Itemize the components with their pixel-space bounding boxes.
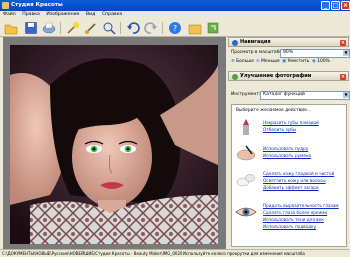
folder-icon[interactable] bbox=[188, 21, 202, 35]
action-link[interactable]: Отбелить зубы bbox=[263, 127, 296, 132]
cream-jar-icon bbox=[235, 170, 257, 188]
toolbar-separator bbox=[120, 22, 121, 34]
toolbar: ? bbox=[0, 19, 350, 37]
export-icon[interactable] bbox=[206, 21, 220, 35]
zoom-100-label: 100% bbox=[317, 59, 330, 64]
menu-bar: Файл Правка Изображение Вид Справка bbox=[0, 11, 350, 19]
action-link[interactable]: Придать выразительность глазам bbox=[263, 203, 339, 208]
action-link[interactable]: Сделать кожу гладкой и чистой bbox=[263, 171, 334, 176]
print-icon[interactable] bbox=[42, 21, 56, 35]
svg-text:?: ? bbox=[173, 24, 177, 33]
lipstick-icon bbox=[235, 118, 257, 136]
brush-icon[interactable] bbox=[84, 21, 98, 35]
action-link[interactable]: Использовать подводку bbox=[263, 224, 316, 229]
enhance-title: Улучшение фотографии bbox=[240, 73, 312, 79]
zoom-smaller-button[interactable]: ⊖ Меньше bbox=[256, 59, 280, 64]
action-link[interactable]: Использовать румяна bbox=[263, 153, 311, 158]
status-file-path: C:\ДОКУМЕНТЫ\НОВЫЕ\Русские\НОВЕЙШИЕ\Студ… bbox=[2, 251, 182, 256]
chevron-down-icon: ▼ bbox=[343, 92, 349, 98]
action-link[interactable]: Использовать тени для век bbox=[263, 217, 324, 222]
maximize-button[interactable]: □ bbox=[331, 1, 340, 10]
powder-icon bbox=[235, 144, 257, 162]
navigation-icon bbox=[232, 40, 238, 46]
window-title: Студия Красоты bbox=[11, 2, 63, 8]
action-link[interactable]: Использовать пудру bbox=[263, 146, 308, 151]
chevron-down-icon: ▼ bbox=[343, 50, 349, 56]
wand-icon bbox=[232, 74, 238, 80]
zoom-out-icon: ⊖ bbox=[256, 59, 260, 64]
menu-edit[interactable]: Правка bbox=[22, 12, 39, 17]
zoom-larger-label: Больше bbox=[236, 59, 254, 64]
close-icon[interactable]: × bbox=[340, 73, 346, 80]
actual-size-icon: ◉ bbox=[312, 59, 316, 64]
action-link[interactable]: Накрасить губы помадой bbox=[263, 120, 319, 125]
action-link[interactable]: Осветлить кожу или волосы bbox=[263, 178, 326, 183]
action-link[interactable]: Добавить эффект загара bbox=[263, 185, 319, 190]
app-icon bbox=[2, 2, 9, 9]
tool-value: Каталог функций bbox=[263, 92, 305, 97]
zoom-100-button[interactable]: ◉ 100% bbox=[312, 59, 330, 64]
navigation-panel-header[interactable]: Навигация × bbox=[228, 37, 349, 47]
minimize-button[interactable]: _ bbox=[321, 1, 330, 10]
enhance-panel-header[interactable]: Улучшение фотографии × bbox=[228, 71, 349, 81]
eye-icon bbox=[235, 203, 257, 221]
zoom-in-icon: ⊕ bbox=[231, 59, 235, 64]
redo-icon[interactable] bbox=[144, 21, 158, 35]
menu-help[interactable]: Справка bbox=[102, 12, 122, 17]
zoom-smaller-label: Меньше bbox=[261, 59, 280, 64]
choose-action-label: Выберите желаемое действие... bbox=[236, 108, 312, 113]
navigation-title: Навигация bbox=[240, 39, 271, 45]
menu-file[interactable]: Файл bbox=[3, 12, 16, 17]
close-button[interactable]: × bbox=[341, 1, 350, 10]
status-hint: Используйте колесо прокрутки для изменен… bbox=[183, 251, 305, 256]
function-catalog: Выберите желаемое действие... Накрасить … bbox=[231, 104, 347, 247]
zoom-icon[interactable] bbox=[102, 21, 116, 35]
zoom-fit-label: Уместить bbox=[287, 59, 310, 64]
zoom-value: 90% bbox=[283, 50, 294, 55]
zoom-fit-button[interactable]: ▣ Уместить bbox=[282, 59, 309, 64]
menu-view[interactable]: Вид bbox=[86, 12, 95, 17]
zoom-larger-button[interactable]: ⊕ Больше bbox=[231, 59, 254, 64]
title-bar: Студия Красоты _ □ × bbox=[0, 0, 350, 11]
magic-wand-icon[interactable] bbox=[66, 21, 80, 35]
toolbar-separator bbox=[162, 22, 163, 34]
side-panel: Навигация × Просмотр в масштабе 90% ▼ ⊕ … bbox=[228, 37, 350, 249]
undo-icon[interactable] bbox=[126, 21, 140, 35]
photo-image[interactable] bbox=[10, 45, 218, 244]
zoom-label: Просмотр в масштабе bbox=[231, 50, 283, 55]
save-icon[interactable] bbox=[24, 21, 38, 35]
open-folder-icon[interactable] bbox=[4, 21, 18, 35]
action-link[interactable]: Сделать глаза более яркими bbox=[263, 210, 327, 215]
fit-icon: ▣ bbox=[282, 59, 287, 64]
tool-select[interactable]: Каталог функций ▼ bbox=[260, 91, 350, 100]
zoom-select[interactable]: 90% ▼ bbox=[280, 49, 350, 58]
status-bar: C:\ДОКУМЕНТЫ\НОВЫЕ\Русские\НОВЕЙШИЕ\Студ… bbox=[0, 249, 350, 257]
close-icon[interactable]: × bbox=[340, 39, 346, 46]
help-icon[interactable]: ? bbox=[168, 21, 182, 35]
menu-image[interactable]: Изображение bbox=[46, 12, 79, 17]
tool-label: Инструмент: bbox=[231, 92, 261, 97]
toolbar-separator bbox=[60, 22, 61, 34]
